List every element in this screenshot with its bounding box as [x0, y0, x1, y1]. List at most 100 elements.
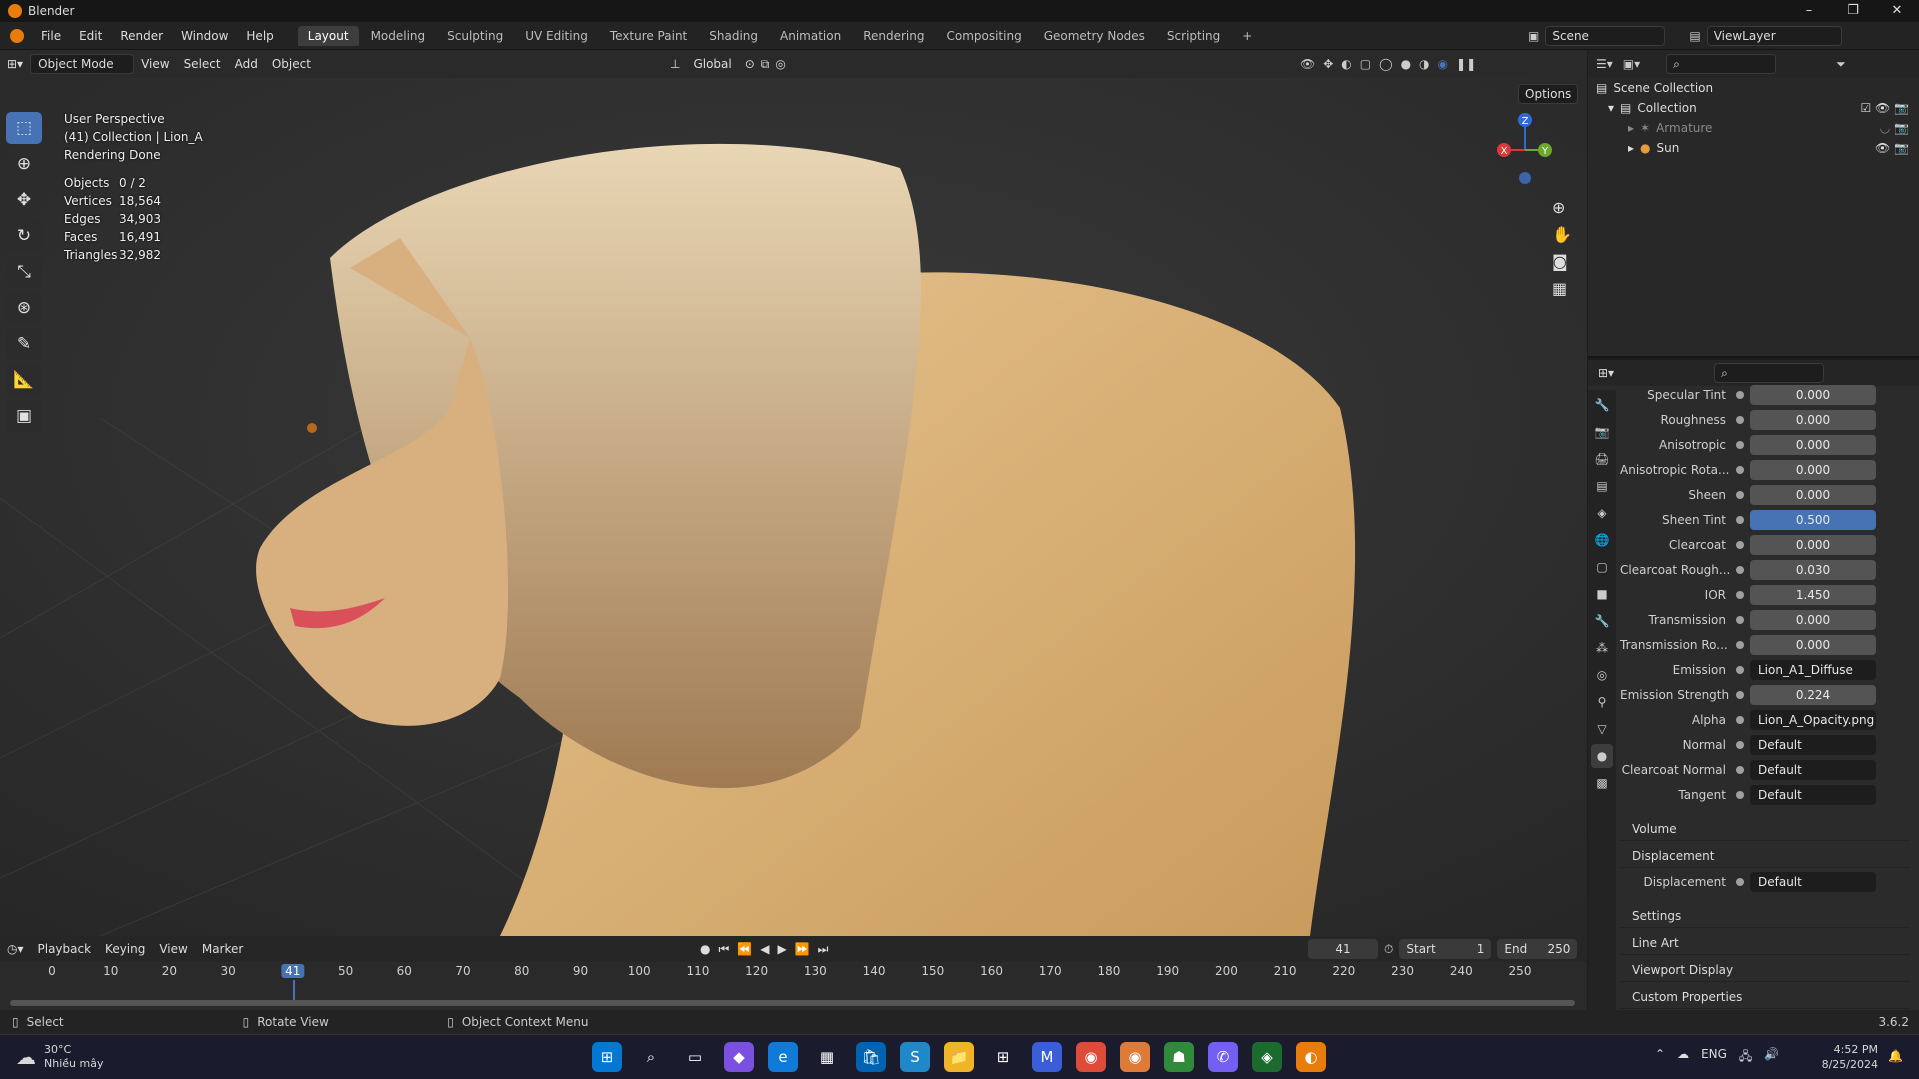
property-value-field[interactable]: Default — [1750, 785, 1876, 805]
outliner-collection[interactable]: ▾ ▤ Collection ☑ 👁 📷 — [1588, 98, 1919, 118]
properties-type-icon[interactable]: ⊞▾ — [1598, 366, 1614, 380]
menu-select[interactable]: Select — [177, 55, 228, 73]
output-tab-icon[interactable]: 🖨 — [1591, 447, 1613, 471]
solid-shading-icon[interactable]: ● — [1401, 57, 1411, 71]
tab-compositing[interactable]: Compositing — [936, 26, 1031, 46]
property-value-field[interactable]: Default — [1750, 735, 1876, 755]
options-label[interactable]: Options — [1518, 84, 1579, 104]
end-frame-field[interactable]: End 250 — [1497, 939, 1578, 959]
socket-dot-icon[interactable] — [1736, 641, 1744, 649]
socket-dot-icon[interactable] — [1736, 741, 1744, 749]
property-value-field[interactable]: 0.000 — [1750, 460, 1876, 480]
render-tab-icon[interactable]: 📷 — [1591, 420, 1613, 444]
app-icon[interactable]: ⊞ — [988, 1042, 1018, 1072]
menu-view[interactable]: View — [134, 55, 176, 73]
timeline-menu-keying[interactable]: Keying — [98, 940, 152, 958]
outliner-scene-collection[interactable]: ▤ Scene Collection — [1588, 78, 1919, 98]
app-icon[interactable]: ◈ — [1252, 1042, 1282, 1072]
rotate-tool-icon[interactable]: ↻ — [6, 220, 42, 252]
scene-selector[interactable]: Scene — [1545, 26, 1666, 46]
timeline-menu-playback[interactable]: Playback — [31, 940, 99, 958]
task-view-icon[interactable]: ▭ — [680, 1042, 710, 1072]
menu-help[interactable]: Help — [237, 29, 282, 43]
property-value-field[interactable]: 0.224 — [1750, 685, 1876, 705]
visibility-eye-icon[interactable]: ◡ 📷 — [1880, 118, 1909, 138]
outliner-search-input[interactable]: ⌕ — [1666, 54, 1777, 74]
filter-icon[interactable]: ⏷ — [1836, 57, 1846, 72]
skype-icon[interactable]: S — [900, 1042, 930, 1072]
property-value-field[interactable]: 0.000 — [1750, 635, 1876, 655]
proportional-icon[interactable]: ◎ — [775, 57, 785, 71]
snap-icon[interactable]: ⧉ — [761, 57, 770, 72]
measure-tool-icon[interactable]: 📐 — [6, 364, 42, 396]
menu-file[interactable]: File — [32, 29, 70, 43]
chrome-icon[interactable]: ◉ — [1076, 1042, 1106, 1072]
app-icon[interactable]: ☗ — [1164, 1042, 1194, 1072]
property-value-field[interactable]: 1.450 — [1750, 585, 1876, 605]
onedrive-icon[interactable]: ☁ — [1677, 1047, 1689, 1068]
language-indicator[interactable]: ENG — [1701, 1047, 1727, 1068]
minimize-button[interactable]: – — [1787, 0, 1831, 22]
play-icon[interactable]: ▶ — [777, 942, 786, 957]
property-value-field[interactable]: 0.000 — [1750, 485, 1876, 505]
material-shading-icon[interactable]: ◑ — [1419, 57, 1429, 71]
texture-tab-icon[interactable]: ▩ — [1591, 771, 1613, 795]
properties-search-input[interactable]: ⌕ — [1714, 363, 1825, 383]
tool-tab-icon[interactable]: 🔧 — [1591, 393, 1613, 417]
data-tab-icon[interactable]: ▽ — [1591, 717, 1613, 741]
menu-render[interactable]: Render — [111, 29, 172, 43]
property-value-field[interactable]: Lion_A_Opacity.png — [1750, 710, 1876, 730]
socket-dot-icon[interactable] — [1736, 616, 1744, 624]
chevron-up-icon[interactable]: ⌃ — [1655, 1047, 1665, 1068]
property-value-field[interactable]: Lion_A1_Diffuse — [1750, 660, 1876, 680]
property-value-field[interactable]: Default — [1750, 760, 1876, 780]
outliner-display-icon[interactable]: ▣▾ — [1623, 57, 1640, 71]
file-explorer-icon[interactable]: 📁 — [944, 1042, 974, 1072]
next-keyframe-icon[interactable]: ⏩ — [795, 942, 810, 957]
socket-dot-icon[interactable] — [1736, 591, 1744, 599]
timeline-menu-marker[interactable]: Marker — [195, 940, 250, 958]
rendered-shading-icon[interactable]: ◉ — [1438, 57, 1448, 71]
blender-menu-icon[interactable] — [10, 28, 24, 43]
3d-viewport[interactable]: User Perspective (41) Collection | Lion_… — [0, 78, 1587, 936]
collection-tab-icon[interactable]: ▢ — [1591, 555, 1613, 579]
socket-dot-icon[interactable] — [1736, 791, 1744, 799]
socket-dot-icon[interactable] — [1736, 541, 1744, 549]
viewlayer-icon[interactable]: ▤ — [1689, 29, 1700, 43]
property-value-field[interactable]: 0.000 — [1750, 610, 1876, 630]
socket-dot-icon[interactable] — [1736, 716, 1744, 724]
socket-dot-icon[interactable] — [1736, 466, 1744, 474]
section-header[interactable]: Line Art — [1620, 931, 1910, 955]
tab-texture-paint[interactable]: Texture Paint — [600, 26, 697, 46]
socket-dot-icon[interactable] — [1736, 666, 1744, 674]
tab-layout[interactable]: Layout — [297, 25, 359, 46]
socket-dot-icon[interactable] — [1736, 416, 1744, 424]
visibility-eye-icon[interactable]: 👁 📷 — [1875, 138, 1909, 158]
outliner-armature[interactable]: ▸ ✶ Armature ◡ 📷 — [1588, 118, 1919, 138]
prev-keyframe-icon[interactable]: ⏪ — [737, 942, 752, 957]
close-button[interactable]: ✕ — [1875, 0, 1919, 22]
property-value-field[interactable]: Default — [1750, 872, 1876, 892]
physics-tab-icon[interactable]: ◎ — [1591, 663, 1613, 687]
tab-modeling[interactable]: Modeling — [361, 26, 436, 46]
tab-uv-editing[interactable]: UV Editing — [515, 26, 598, 46]
notification-icon[interactable]: 🔔 — [1888, 1049, 1903, 1063]
transform-tool-icon[interactable]: ⊛ — [6, 292, 42, 324]
material-tab-icon[interactable]: ● — [1591, 744, 1613, 768]
play-reverse-icon[interactable]: ◀ — [760, 942, 769, 957]
scene-icon[interactable]: ▣ — [1528, 29, 1539, 43]
weather-widget[interactable]: ☁ 30°C Nhiều mây — [16, 1043, 103, 1071]
wireframe-shading-icon[interactable]: ◯ — [1379, 57, 1392, 71]
viber-icon[interactable]: ✆ — [1208, 1042, 1238, 1072]
object-tab-icon[interactable]: ■ — [1591, 582, 1613, 606]
outliner-type-icon[interactable]: ☰▾ — [1596, 57, 1613, 71]
world-tab-icon[interactable]: 🌐 — [1591, 528, 1613, 552]
network-icon[interactable]: 🖧 — [1739, 1047, 1752, 1068]
constraints-tab-icon[interactable]: ⚲ — [1591, 690, 1613, 714]
tab-sculpting[interactable]: Sculpting — [437, 26, 513, 46]
tab-animation[interactable]: Animation — [770, 26, 851, 46]
select-box-tool-icon[interactable]: ⬚ — [6, 112, 42, 144]
modifier-tab-icon[interactable]: 🔧 — [1591, 609, 1613, 633]
tab-shading[interactable]: Shading — [699, 26, 768, 46]
viewlayer-selector[interactable]: ViewLayer — [1706, 26, 1842, 46]
